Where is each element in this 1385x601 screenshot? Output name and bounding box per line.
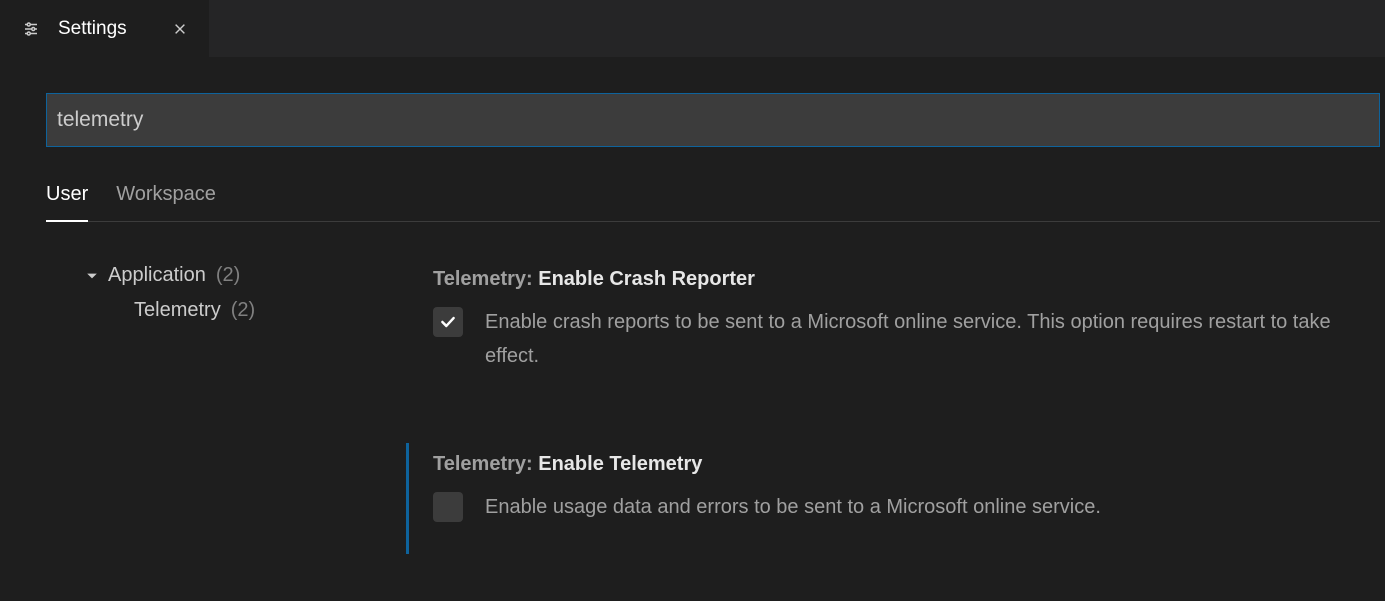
checkbox-enable-crash-reporter[interactable] [433,307,463,337]
tree-label: Application [108,264,206,287]
tab-title: Settings [58,18,127,40]
settings-list: Telemetry: Enable Crash Reporter Enable … [406,258,1385,594]
tree-item-application[interactable]: Application (2) [86,258,406,293]
search-input[interactable] [57,108,1369,132]
setting-description: Enable usage data and errors to be sent … [485,490,1101,524]
scope-tabs: User Workspace [46,183,1380,222]
setting-title: Telemetry: Enable Telemetry [433,453,1341,476]
close-icon[interactable] [169,18,191,40]
tree-count: (2) [231,299,255,322]
settings-editor: User Workspace Application (2) Telemetry… [0,57,1385,594]
check-icon [439,313,457,331]
tab-bar: Settings [0,0,1385,57]
setting-description: Enable crash reports to be sent to a Mic… [485,305,1341,373]
setting-enable-telemetry: Telemetry: Enable Telemetry Enable usage… [406,443,1365,554]
tree-count: (2) [216,264,240,287]
checkbox-enable-telemetry[interactable] [433,492,463,522]
tab-workspace[interactable]: Workspace [116,183,216,221]
tree-label: Telemetry [134,299,221,322]
setting-enable-crash-reporter: Telemetry: Enable Crash Reporter Enable … [406,258,1365,403]
setting-category: Telemetry: [433,453,533,475]
tab-user[interactable]: User [46,183,88,222]
setting-category: Telemetry: [433,268,533,290]
search-container [46,93,1380,147]
setting-name: Enable Crash Reporter [538,268,755,290]
settings-icon [22,20,40,38]
settings-tree: Application (2) Telemetry (2) [46,258,406,594]
setting-name: Enable Telemetry [538,453,702,475]
tree-item-telemetry[interactable]: Telemetry (2) [86,293,406,328]
tab-settings[interactable]: Settings [0,0,210,57]
setting-title: Telemetry: Enable Crash Reporter [433,268,1341,291]
chevron-down-icon [86,270,98,282]
